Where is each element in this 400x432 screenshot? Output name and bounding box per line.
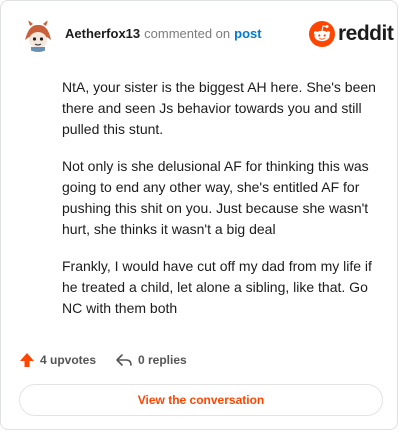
action-text: commented on xyxy=(144,26,231,41)
comment-paragraph: Not only is she delusional AF for thinki… xyxy=(62,158,369,237)
reddit-logo-icon xyxy=(309,21,335,47)
view-conversation-button[interactable]: View the conversation xyxy=(19,384,383,416)
upvote-button[interactable]: 4 upvotes xyxy=(19,349,96,371)
comment-actions: 4 upvotes 0 replies xyxy=(19,349,379,371)
upvote-arrow-icon xyxy=(20,353,34,367)
embedded-comment-card: Aetherfox13 commented on post reddit NtA, … xyxy=(0,0,398,430)
username[interactable]: Aetherfox13 xyxy=(65,26,140,41)
comment-header: Aetherfox13 commented on post reddit xyxy=(15,15,394,53)
user-avatar[interactable] xyxy=(21,18,55,52)
comment-meta: Aetherfox13 commented on post xyxy=(65,26,262,42)
comment-paragraph: Frankly, I would have cut off my dad fro… xyxy=(62,258,372,316)
post-link[interactable]: post xyxy=(234,26,261,41)
reddit-brand[interactable]: reddit xyxy=(309,20,394,48)
reply-arrow-icon xyxy=(116,354,132,366)
replies-button[interactable]: 0 replies xyxy=(115,349,187,371)
upvote-count: 4 upvotes xyxy=(40,353,97,367)
brand-name: reddit xyxy=(338,22,394,45)
comment-body: NtA, your sister is the biggest AH here.… xyxy=(62,77,382,335)
reply-count: 0 replies xyxy=(138,353,187,367)
comment-paragraph: NtA, your sister is the biggest AH here.… xyxy=(62,79,376,137)
